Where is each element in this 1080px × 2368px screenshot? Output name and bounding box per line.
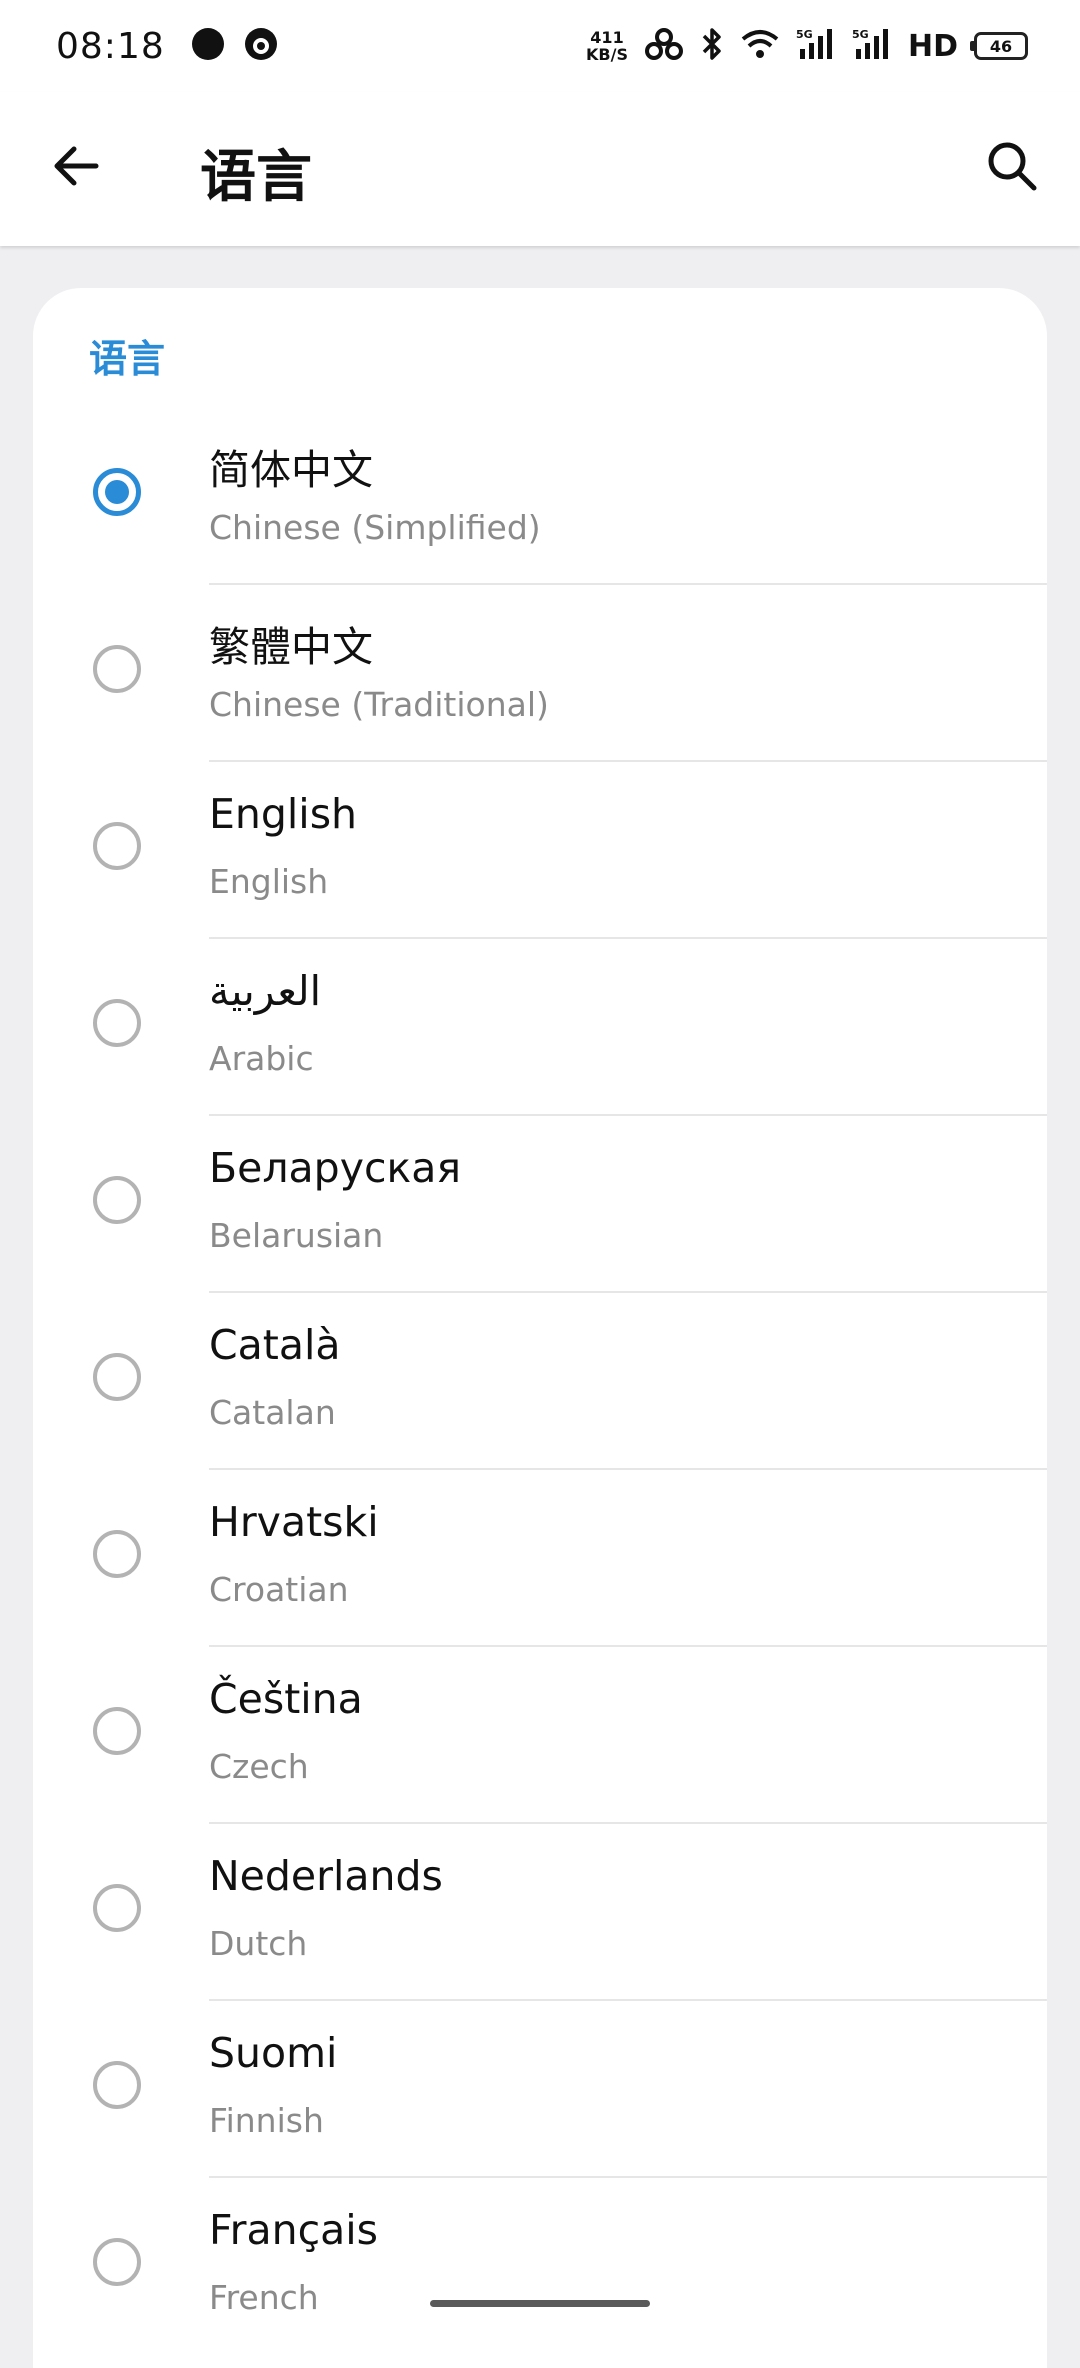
language-native-name: Suomi [209, 2029, 338, 2077]
language-english-name: Chinese (Simplified) [209, 508, 541, 547]
language-text: Hrvatski Croatian [209, 1470, 1047, 1647]
language-item-en[interactable]: English English [33, 762, 1047, 939]
battery-icon: 46 [970, 32, 1028, 60]
signal-5g-icon-2: 5G [852, 27, 892, 65]
language-item-ca[interactable]: Català Catalan [33, 1293, 1047, 1470]
hd-indicator: HD [907, 28, 958, 64]
language-card: 语言 简体中文 Chinese (Simplified) 繁體中文 Chines… [33, 288, 1047, 2368]
language-item-zh-hans[interactable]: 简体中文 Chinese (Simplified) [33, 408, 1047, 585]
language-item-zh-hant[interactable]: 繁體中文 Chinese (Traditional) [33, 585, 1047, 762]
status-time: 08:18 [56, 25, 165, 67]
language-english-name: Croatian [209, 1570, 349, 1609]
language-english-name: Finnish [209, 2101, 324, 2140]
radio-button[interactable] [93, 999, 141, 1047]
language-english-name: Belarusian [209, 1216, 384, 1255]
language-text: English English [209, 762, 1047, 939]
search-button[interactable] [980, 136, 1044, 200]
status-right-icons: 411 KB/S 5G 5G HD 46 [586, 27, 1028, 65]
app-bar: 语言 [0, 92, 1080, 246]
language-item-nl[interactable]: Nederlands Dutch [33, 1824, 1047, 2001]
app-circle-icon [243, 26, 279, 66]
language-native-name: Čeština [209, 1675, 363, 1723]
radio-button[interactable] [93, 822, 141, 870]
net-speed: 411 KB/S [586, 29, 628, 63]
radio-button[interactable] [93, 1884, 141, 1932]
wifi-icon [740, 27, 780, 65]
home-indicator[interactable] [430, 2300, 650, 2307]
svg-text:5G: 5G [796, 28, 813, 41]
language-item-ar[interactable]: العربية Arabic [33, 939, 1047, 1116]
language-native-name: Français [209, 2206, 378, 2254]
language-english-name: Arabic [209, 1039, 314, 1078]
radio-button[interactable] [93, 2238, 141, 2286]
link-icon [644, 27, 684, 65]
language-item-be[interactable]: Беларуская Belarusian [33, 1116, 1047, 1293]
language-text: Català Catalan [209, 1293, 1047, 1470]
language-text: Беларуская Belarusian [209, 1116, 1047, 1293]
radio-button[interactable] [93, 468, 141, 516]
signal-5g-icon: 5G [796, 27, 836, 65]
net-speed-value: 411 [590, 28, 624, 47]
language-text: Nederlands Dutch [209, 1824, 1047, 2001]
language-list: 简体中文 Chinese (Simplified) 繁體中文 Chinese (… [33, 408, 1047, 2355]
language-english-name: Dutch [209, 1924, 308, 1963]
language-native-name: 简体中文 [209, 446, 373, 494]
radio-button[interactable] [93, 1530, 141, 1578]
search-icon [985, 139, 1039, 197]
radio-button[interactable] [93, 1353, 141, 1401]
language-text: Suomi Finnish [209, 2001, 1047, 2178]
radio-button[interactable] [93, 645, 141, 693]
language-english-name: English [209, 862, 329, 901]
language-english-name: Chinese (Traditional) [209, 685, 549, 724]
notification-dot-icon [191, 27, 225, 65]
language-native-name: Hrvatski [209, 1498, 379, 1546]
bluetooth-icon [700, 27, 724, 65]
svg-text:5G: 5G [852, 28, 869, 41]
language-native-name: العربية [209, 967, 322, 1015]
language-english-name: Czech [209, 1747, 309, 1786]
net-speed-unit: KB/S [586, 45, 628, 64]
language-item-fr[interactable]: Français French [33, 2178, 1047, 2355]
language-text: 繁體中文 Chinese (Traditional) [209, 585, 1047, 762]
language-english-name: French [209, 2278, 319, 2317]
language-item-cs[interactable]: Čeština Czech [33, 1647, 1047, 1824]
status-bar: 08:18 411 KB/S 5G 5G HD 46 [0, 0, 1080, 92]
language-native-name: Català [209, 1321, 341, 1369]
language-native-name: English [209, 790, 358, 838]
status-left-icons [191, 26, 279, 66]
radio-button[interactable] [93, 1707, 141, 1755]
language-text: 简体中文 Chinese (Simplified) [209, 408, 1047, 585]
language-native-name: Беларуская [209, 1144, 462, 1192]
section-title: 语言 [89, 337, 166, 381]
arrow-left-icon [50, 140, 102, 196]
language-text: العربية Arabic [209, 939, 1047, 1116]
language-native-name: 繁體中文 [209, 623, 373, 671]
page-title: 语言 [200, 145, 312, 210]
language-text: Čeština Czech [209, 1647, 1047, 1824]
radio-button[interactable] [93, 2061, 141, 2109]
back-button[interactable] [44, 136, 108, 200]
language-item-fi[interactable]: Suomi Finnish [33, 2001, 1047, 2178]
language-english-name: Catalan [209, 1393, 336, 1432]
radio-button[interactable] [93, 1176, 141, 1224]
language-text: Français French [209, 2178, 1047, 2355]
language-item-hr[interactable]: Hrvatski Croatian [33, 1470, 1047, 1647]
language-native-name: Nederlands [209, 1852, 443, 1900]
